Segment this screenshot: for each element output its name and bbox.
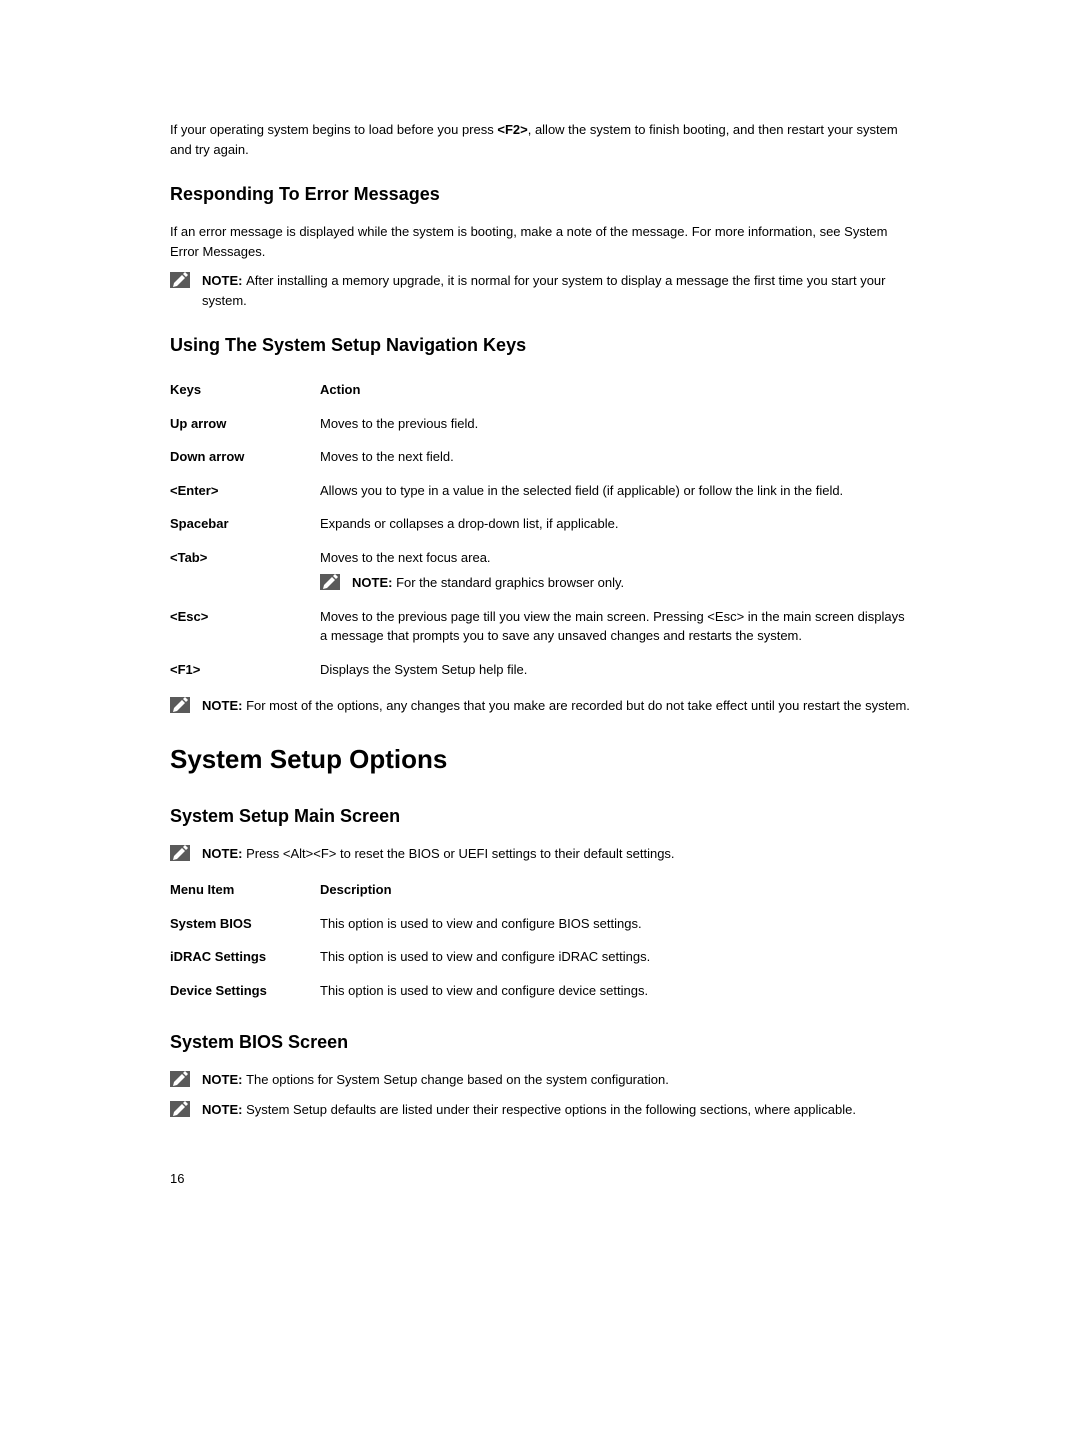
note-body: The options for System Setup change base… (246, 1072, 669, 1087)
pencil-icon (170, 272, 190, 288)
note-label: NOTE: (202, 273, 246, 288)
table-row: <F1> Displays the System Setup help file… (170, 653, 910, 687)
key-tab: <Tab> (170, 541, 320, 600)
val-system-bios: This option is used to view and configur… (320, 907, 910, 941)
val-tab-text: Moves to the next focus area. (320, 550, 491, 565)
note-text-block: NOTE: For the standard graphics browser … (352, 573, 910, 593)
note-label: NOTE: (202, 846, 246, 861)
pencil-icon (170, 1101, 190, 1117)
note-label: NOTE: (202, 1072, 246, 1087)
note-text-block: NOTE: System Setup defaults are listed u… (202, 1100, 910, 1120)
header-keys: Keys (170, 373, 320, 407)
responding-note: NOTE: After installing a memory upgrade,… (170, 271, 910, 310)
key-idrac: iDRAC Settings (170, 940, 320, 974)
note-body: System Setup defaults are listed under t… (246, 1102, 856, 1117)
table-row: Spacebar Expands or collapses a drop-dow… (170, 507, 910, 541)
page-number: 16 (170, 1169, 910, 1189)
table-row: Down arrow Moves to the next field. (170, 440, 910, 474)
header-menu-item: Menu Item (170, 873, 320, 907)
main-screen-heading: System Setup Main Screen (170, 803, 910, 830)
intro-text-before: If your operating system begins to load … (170, 122, 497, 137)
val-device: This option is used to view and configur… (320, 974, 910, 1008)
navkeys-footer-note: NOTE: For most of the options, any chang… (170, 696, 910, 716)
bios-note-2: NOTE: System Setup defaults are listed u… (170, 1100, 910, 1120)
setup-options-heading: System Setup Options (170, 740, 910, 779)
key-system-bios: System BIOS (170, 907, 320, 941)
key-device: Device Settings (170, 974, 320, 1008)
table-row: Up arrow Moves to the previous field. (170, 407, 910, 441)
note-text-block: NOTE: After installing a memory upgrade,… (202, 271, 910, 310)
note-label: NOTE: (202, 698, 246, 713)
main-screen-note: NOTE: Press <Alt><F> to reset the BIOS o… (170, 844, 910, 864)
header-description: Description (320, 873, 910, 907)
pencil-icon (170, 1071, 190, 1087)
key-down: Down arrow (170, 440, 320, 474)
table-header-row: Menu Item Description (170, 873, 910, 907)
val-spacebar: Expands or collapses a drop-down list, i… (320, 507, 910, 541)
note-body: Press <Alt><F> to reset the BIOS or UEFI… (246, 846, 674, 861)
pencil-icon (320, 574, 340, 590)
val-up: Moves to the previous field. (320, 407, 910, 441)
val-idrac: This option is used to view and configur… (320, 940, 910, 974)
note-label: NOTE: (352, 575, 396, 590)
key-esc: <Esc> (170, 600, 320, 653)
header-action: Action (320, 373, 910, 407)
table-header-row: Keys Action (170, 373, 910, 407)
note-text-block: NOTE: Press <Alt><F> to reset the BIOS o… (202, 844, 910, 864)
table-row: <Enter> Allows you to type in a value in… (170, 474, 910, 508)
val-tab: Moves to the next focus area. NOTE: For … (320, 541, 910, 600)
key-up: Up arrow (170, 407, 320, 441)
note-body: For the standard graphics browser only. (396, 575, 624, 590)
main-screen-table: Menu Item Description System BIOS This o… (170, 873, 910, 1007)
note-text-block: NOTE: The options for System Setup chang… (202, 1070, 910, 1090)
table-row: iDRAC Settings This option is used to vi… (170, 940, 910, 974)
val-f1: Displays the System Setup help file. (320, 653, 910, 687)
navkeys-heading: Using The System Setup Navigation Keys (170, 332, 910, 359)
table-row: <Tab> Moves to the next focus area. NOTE… (170, 541, 910, 600)
key-enter: <Enter> (170, 474, 320, 508)
bios-screen-heading: System BIOS Screen (170, 1029, 910, 1056)
pencil-icon (170, 697, 190, 713)
navkeys-table: Keys Action Up arrow Moves to the previo… (170, 373, 910, 686)
val-esc: Moves to the previous page till you view… (320, 600, 910, 653)
note-text-block: NOTE: For most of the options, any chang… (202, 696, 910, 716)
tab-note: NOTE: For the standard graphics browser … (320, 573, 910, 593)
pencil-icon (170, 845, 190, 861)
val-down: Moves to the next field. (320, 440, 910, 474)
responding-paragraph: If an error message is displayed while t… (170, 222, 910, 261)
note-body: For most of the options, any changes tha… (246, 698, 910, 713)
val-enter: Allows you to type in a value in the sel… (320, 474, 910, 508)
key-spacebar: Spacebar (170, 507, 320, 541)
note-label: NOTE: (202, 1102, 246, 1117)
table-row: System BIOS This option is used to view … (170, 907, 910, 941)
bios-note-1: NOTE: The options for System Setup chang… (170, 1070, 910, 1090)
intro-paragraph: If your operating system begins to load … (170, 120, 910, 159)
table-row: <Esc> Moves to the previous page till yo… (170, 600, 910, 653)
key-f1: <F1> (170, 653, 320, 687)
intro-key: <F2> (497, 122, 527, 137)
responding-heading: Responding To Error Messages (170, 181, 910, 208)
note-body: After installing a memory upgrade, it is… (202, 273, 885, 308)
table-row: Device Settings This option is used to v… (170, 974, 910, 1008)
